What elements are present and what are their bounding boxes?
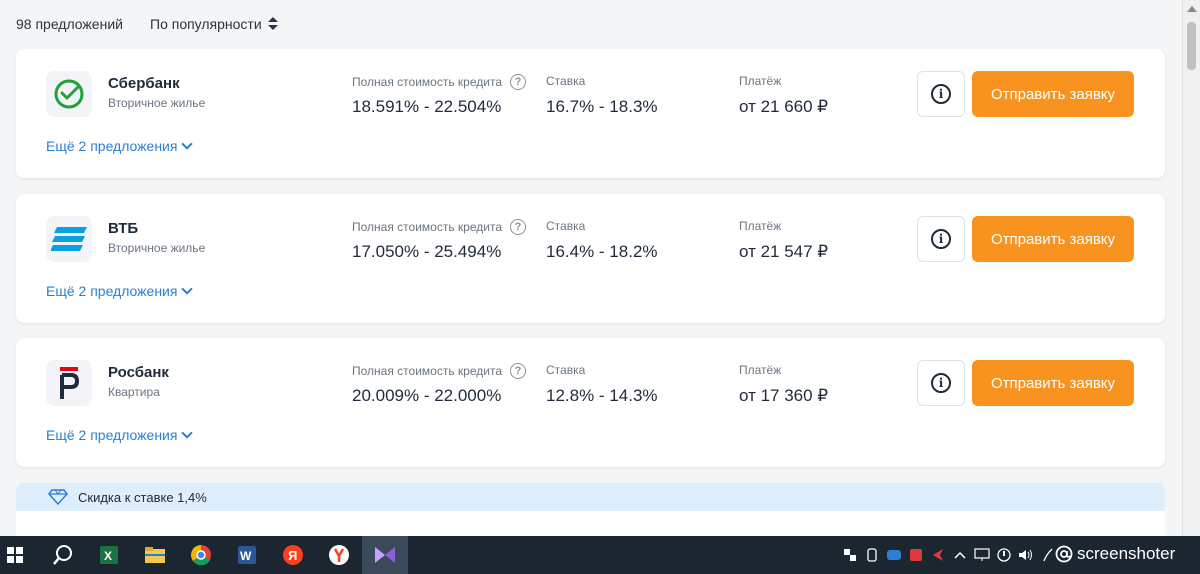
payment-value: от 17 360 ₽ <box>739 386 829 405</box>
diamond-icon <box>48 489 68 505</box>
rosbank-logo-icon <box>46 360 92 406</box>
psk-label: Полная стоимость кредита ? <box>352 74 526 90</box>
chevron-down-icon <box>181 427 194 439</box>
chevron-down-icon <box>181 138 194 150</box>
scroll-thumb[interactable] <box>1187 22 1196 70</box>
psk-value: 17.050% - 25.494% <box>352 242 502 261</box>
phone-icon[interactable] <box>864 547 880 563</box>
page-scrollbar[interactable] <box>1182 0 1200 536</box>
search-icon[interactable] <box>40 536 86 574</box>
volume-icon[interactable] <box>1018 547 1034 563</box>
more-offers-label: Ещё 2 предложения <box>46 138 178 154</box>
cloud-icon[interactable] <box>886 547 902 563</box>
scroll-up-arrow-icon[interactable] <box>1187 6 1197 12</box>
question-help-icon[interactable]: ? <box>510 74 526 90</box>
question-help-icon[interactable]: ? <box>510 363 526 379</box>
windows-taskbar: X W Я screenshoter <box>0 536 1200 574</box>
product-type: Вторичное жилье <box>108 241 206 255</box>
payment-label: Платёж <box>739 363 782 377</box>
info-icon: i <box>931 84 951 104</box>
sort-dropdown[interactable]: По популярности <box>150 16 278 32</box>
chevron-up-icon[interactable] <box>952 547 968 563</box>
shield-icon[interactable] <box>842 547 858 563</box>
rate-value: 12.8% - 14.3% <box>546 386 658 405</box>
psk-label-text: Полная стоимость кредита <box>352 75 502 89</box>
bank-name: Сбербанк <box>108 75 180 92</box>
rate-value: 16.7% - 18.3% <box>546 97 658 116</box>
bank-name: ВТБ <box>108 220 139 237</box>
info-button[interactable]: i <box>917 360 965 406</box>
more-offers-link[interactable]: Ещё 2 предложения <box>46 138 194 154</box>
more-offers-link[interactable]: Ещё 2 предложения <box>46 427 194 443</box>
app-icon[interactable] <box>362 536 408 574</box>
chrome-icon[interactable] <box>178 536 224 574</box>
more-offers-label: Ещё 2 предложения <box>46 427 178 443</box>
offer-card-sberbank: Сбербанк Вторичное жилье Полная стоимост… <box>16 49 1165 178</box>
rate-label: Ставка <box>546 219 586 233</box>
psk-value: 18.591% - 22.504% <box>352 97 502 116</box>
rate-value: 16.4% - 18.2% <box>546 242 658 261</box>
yandex-browser-icon[interactable] <box>316 536 362 574</box>
more-offers-link[interactable]: Ещё 2 предложения <box>46 283 194 299</box>
offer-card-rosbank: Росбанк Квартира Полная стоимость кредит… <box>16 338 1165 467</box>
sberbank-logo-icon <box>46 71 92 117</box>
watermark-text: screenshoter <box>1077 544 1176 563</box>
pen-icon[interactable] <box>1040 547 1056 563</box>
info-button[interactable]: i <box>917 216 965 262</box>
word-icon[interactable]: W <box>224 536 270 574</box>
payment-label: Платёж <box>739 74 782 88</box>
notification-icon[interactable] <box>996 547 1012 563</box>
offer-card-vtb: ВТБ Вторичное жилье Полная стоимость кре… <box>16 194 1165 323</box>
vtb-logo-icon <box>46 216 92 262</box>
psk-label-text: Полная стоимость кредита <box>352 364 502 378</box>
sort-label: По популярности <box>150 16 262 32</box>
payment-label: Платёж <box>739 219 782 233</box>
windows-start-icon[interactable] <box>0 536 30 574</box>
offers-count: 98 предложений <box>16 16 123 32</box>
psk-label-text: Полная стоимость кредита <box>352 220 502 234</box>
question-help-icon[interactable]: ? <box>510 219 526 235</box>
product-type: Вторичное жилье <box>108 96 206 110</box>
discount-banner: Скидка к ставке 1,4% <box>16 483 1165 511</box>
info-icon: i <box>931 229 951 249</box>
system-tray <box>842 536 1056 574</box>
red-app-icon[interactable] <box>908 547 924 563</box>
at-sign-icon <box>1055 545 1073 563</box>
yandex-icon[interactable]: Я <box>270 536 316 574</box>
rate-label: Ставка <box>546 74 586 88</box>
psk-label: Полная стоимость кредита ? <box>352 219 526 235</box>
psk-value: 20.009% - 22.000% <box>352 386 502 405</box>
svg-text:W: W <box>240 549 252 563</box>
apply-button[interactable]: Отправить заявку <box>972 216 1134 262</box>
bank-name: Росбанк <box>108 364 169 381</box>
more-offers-label: Ещё 2 предложения <box>46 283 178 299</box>
product-type: Квартира <box>108 385 160 399</box>
file-explorer-icon[interactable] <box>132 536 178 574</box>
excel-icon[interactable]: X <box>86 536 132 574</box>
sort-arrows-icon <box>267 17 278 31</box>
discount-text: Скидка к ставке 1,4% <box>78 489 207 505</box>
info-button[interactable]: i <box>917 71 965 117</box>
arrow-icon[interactable] <box>930 547 946 563</box>
apply-button[interactable]: Отправить заявку <box>972 71 1134 117</box>
payment-value: от 21 660 ₽ <box>739 97 829 116</box>
chevron-down-icon <box>181 283 194 295</box>
info-icon: i <box>931 373 951 393</box>
svg-text:X: X <box>104 549 112 563</box>
network-icon[interactable] <box>974 547 990 563</box>
svg-text:Я: Я <box>288 548 297 563</box>
payment-value: от 21 547 ₽ <box>739 242 829 261</box>
apply-button[interactable]: Отправить заявку <box>972 360 1134 406</box>
screenshoter-watermark: screenshoter <box>1055 544 1175 564</box>
rate-label: Ставка <box>546 363 586 377</box>
psk-label: Полная стоимость кредита ? <box>352 363 526 379</box>
offer-card-discount: Скидка к ставке 1,4% <box>16 483 1165 543</box>
results-header: 98 предложений По популярности <box>0 0 1180 48</box>
